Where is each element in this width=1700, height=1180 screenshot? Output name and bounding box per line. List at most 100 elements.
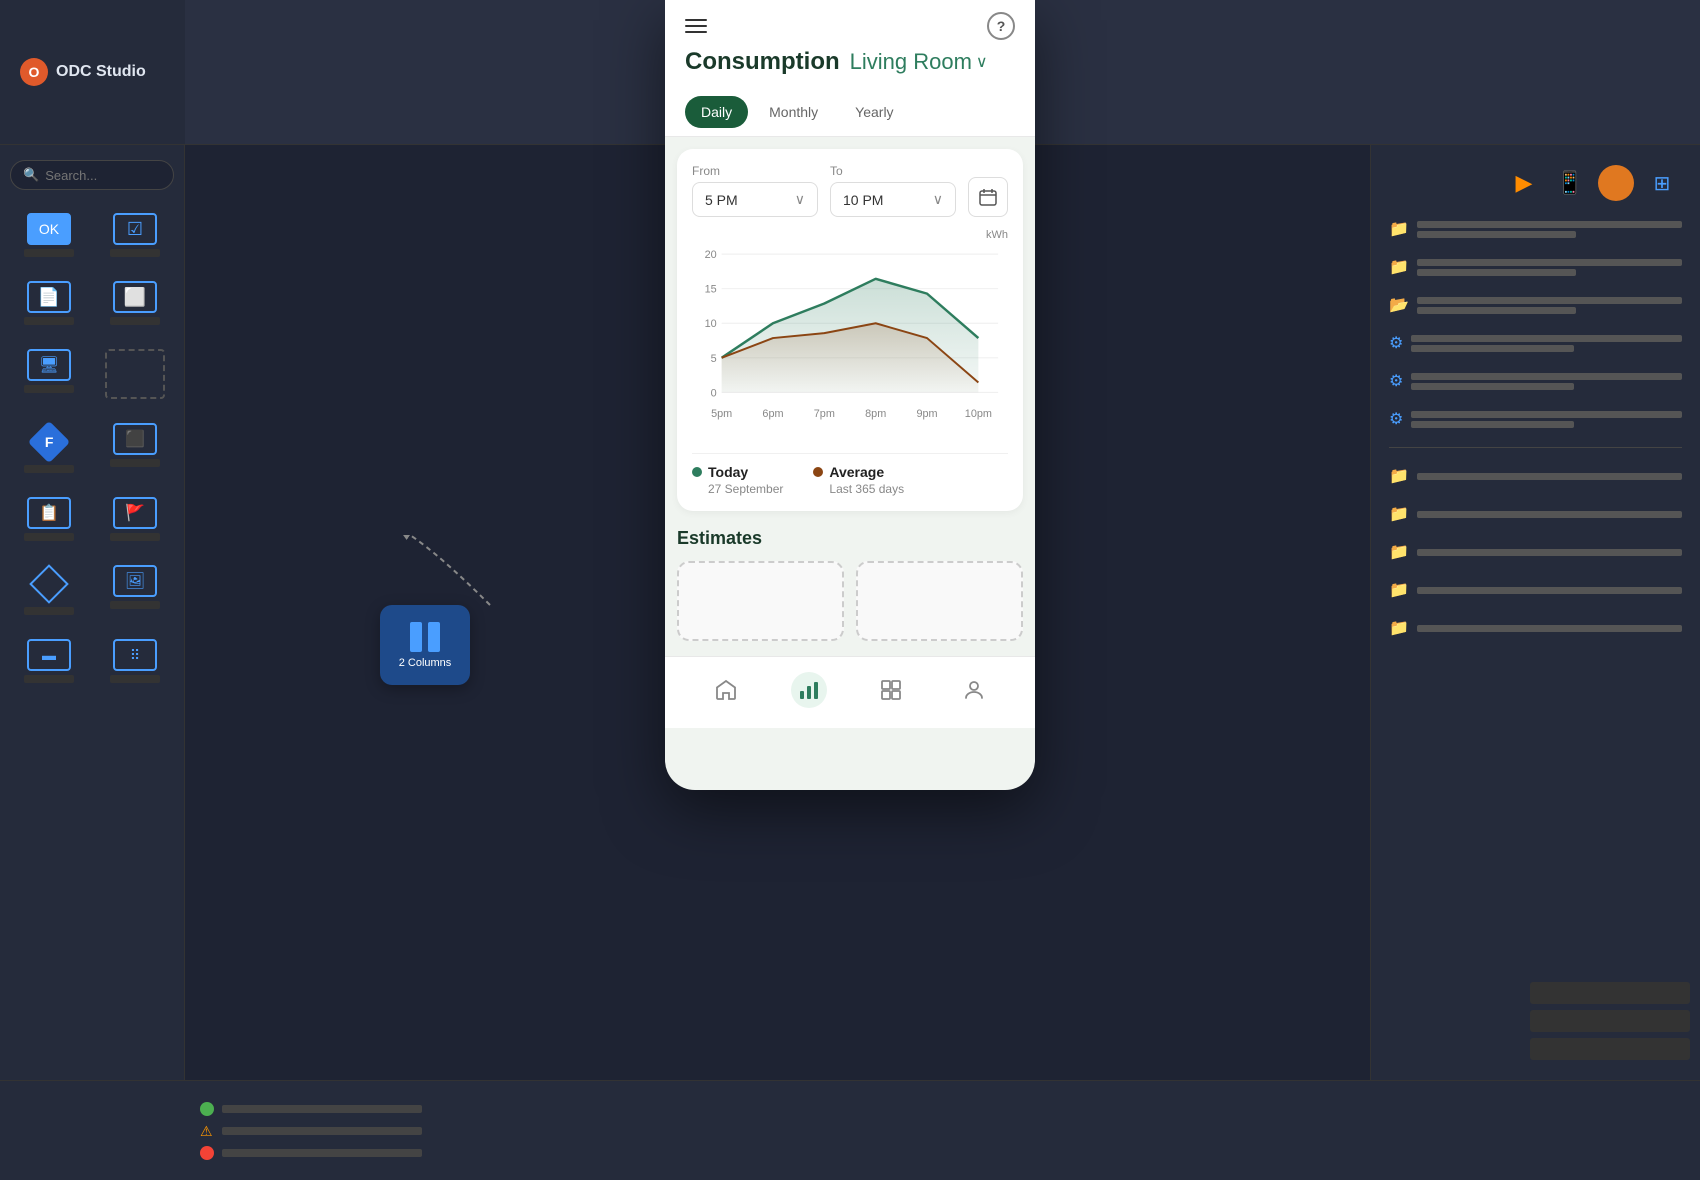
input-box-1[interactable] [1530,982,1690,1004]
folder-bar-5a [1417,511,1682,518]
widget-item-square[interactable]: ⬜ [96,273,174,333]
widget-item-dots[interactable]: ⠿ [96,631,174,691]
widget-item-image[interactable]: 🖼 [96,557,174,623]
gear-icon-1: ⚙ [1389,333,1403,353]
svg-text:0: 0 [711,387,717,399]
time-selectors: From 5 PM ∨ To 10 PM ∨ [692,164,1008,217]
widget-item-dashed[interactable] [96,341,174,407]
from-value: 5 PM [705,192,738,208]
folder-item-3[interactable]: 📂 [1381,290,1690,320]
svg-text:5pm: 5pm [711,408,732,420]
gear-bar-3b [1411,421,1573,428]
odc-logo-icon: O [20,58,48,86]
folder-bar-1b [1417,231,1576,238]
folder-bars-5 [1417,511,1682,518]
odc-logo: O ODC Studio [20,58,146,86]
widget-item-layout[interactable]: ⬛ [96,415,174,481]
folder-item-2[interactable]: 📁 [1381,252,1690,282]
widget-item-diamond[interactable] [10,557,88,623]
to-select[interactable]: 10 PM ∨ [830,182,956,217]
square-widget-label [110,317,160,325]
svg-text:10: 10 [705,318,717,330]
success-dot [200,1102,214,1116]
search-input[interactable] [45,168,161,183]
phone-icon[interactable]: 📱 [1552,165,1588,201]
folder-bars-2 [1417,259,1682,276]
widget-item-doc[interactable]: 📄 [10,273,88,333]
image-widget-icon: 🖼 [113,565,157,597]
svg-text:10pm: 10pm [965,408,992,420]
kwh-label: kWh [692,229,1008,241]
gear-bar-2a [1411,373,1682,380]
orange-arrow-icon[interactable]: ▶ [1506,165,1542,201]
folder-icon-8: 📁 [1389,618,1409,638]
input-box-2[interactable] [1530,1010,1690,1032]
odc-logo-text: ODC Studio [56,63,146,81]
folder-item-8[interactable]: 📁 [1381,613,1690,643]
from-label: From [692,164,818,178]
right-panel: ▶ 📱 ⊞ 📁 📁 📂 ⚙ ⚙ [1370,145,1700,1080]
gear-bars-2 [1411,373,1682,390]
estimate-card-2[interactable] [856,561,1023,641]
two-col-icons [410,622,440,652]
gear-item-1[interactable]: ⚙ [1381,328,1690,358]
section-divider [1389,447,1682,448]
gear-item-3[interactable]: ⚙ [1381,404,1690,434]
folder-bar-1a [1417,221,1682,228]
widget-item-monitor[interactable]: 🖥 [10,341,88,407]
folder-bars-6 [1417,549,1682,556]
chart-svg-container: 20 15 10 5 0 [692,243,1008,443]
nav-chart-icon[interactable] [791,672,827,708]
status-item-error [200,1146,1500,1160]
widget-item-check[interactable]: ☑ [96,205,174,265]
calendar-button[interactable] [968,177,1008,217]
folder-item-5[interactable]: 📁 [1381,499,1690,529]
input-box-3[interactable] [1530,1038,1690,1060]
folder-item-7[interactable]: 📁 [1381,575,1690,605]
widget-item-flag[interactable]: 🚩 [96,489,174,549]
gear-bar-1a [1411,335,1682,342]
chevron-down-icon: ∨ [976,52,988,72]
widget-item-list[interactable]: 📋 [10,489,88,549]
gear-bars-3 [1411,411,1682,428]
folder-item-6[interactable]: 📁 [1381,537,1690,567]
from-select[interactable]: 5 PM ∨ [692,182,818,217]
user-avatar[interactable] [1598,165,1634,201]
nav-user-icon[interactable] [956,672,992,708]
folder-item-1[interactable]: 📁 [1381,214,1690,244]
svg-text:7pm: 7pm [814,408,835,420]
phone-title: Consumption Living Room ∨ [685,48,1015,76]
estimate-card-1[interactable] [677,561,844,641]
folder-icon-4: 📁 [1389,466,1409,486]
grid-view-icon[interactable]: ⊞ [1644,165,1680,201]
two-columns-box[interactable]: 2 Columns [380,605,470,685]
gear-item-2[interactable]: ⚙ [1381,366,1690,396]
svg-text:9pm: 9pm [916,408,937,420]
widget-item-ok[interactable]: OK [10,205,88,265]
tab-monthly[interactable]: Monthly [753,96,834,128]
average-sub: Last 365 days [829,482,904,496]
to-label: To [830,164,956,178]
popup-arrow-svg [390,535,510,615]
f-diamond-label [24,465,74,473]
col-bar-2 [428,622,440,652]
search-box[interactable]: 🔍 [10,160,174,190]
error-text [222,1149,422,1157]
widget-item-f-diamond[interactable]: F [10,415,88,481]
to-arrow-icon: ∨ [933,191,943,208]
widget-item-bar[interactable]: ▬ [10,631,88,691]
tab-yearly[interactable]: Yearly [839,96,909,128]
folder-bars-7 [1417,587,1682,594]
search-icon: 🔍 [23,167,39,183]
folder-item-4[interactable]: 📁 [1381,461,1690,491]
ok-widget-icon: OK [27,213,71,245]
today-dot [692,467,702,477]
hamburger-icon[interactable] [685,19,707,33]
from-arrow-icon: ∨ [795,191,805,208]
tab-daily[interactable]: Daily [685,96,748,128]
nav-grid-icon[interactable] [873,672,909,708]
room-selector[interactable]: Living Room ∨ [850,49,988,75]
help-icon[interactable]: ? [987,12,1015,40]
to-selector-group: To 10 PM ∨ [830,164,956,217]
nav-home-icon[interactable] [708,672,744,708]
